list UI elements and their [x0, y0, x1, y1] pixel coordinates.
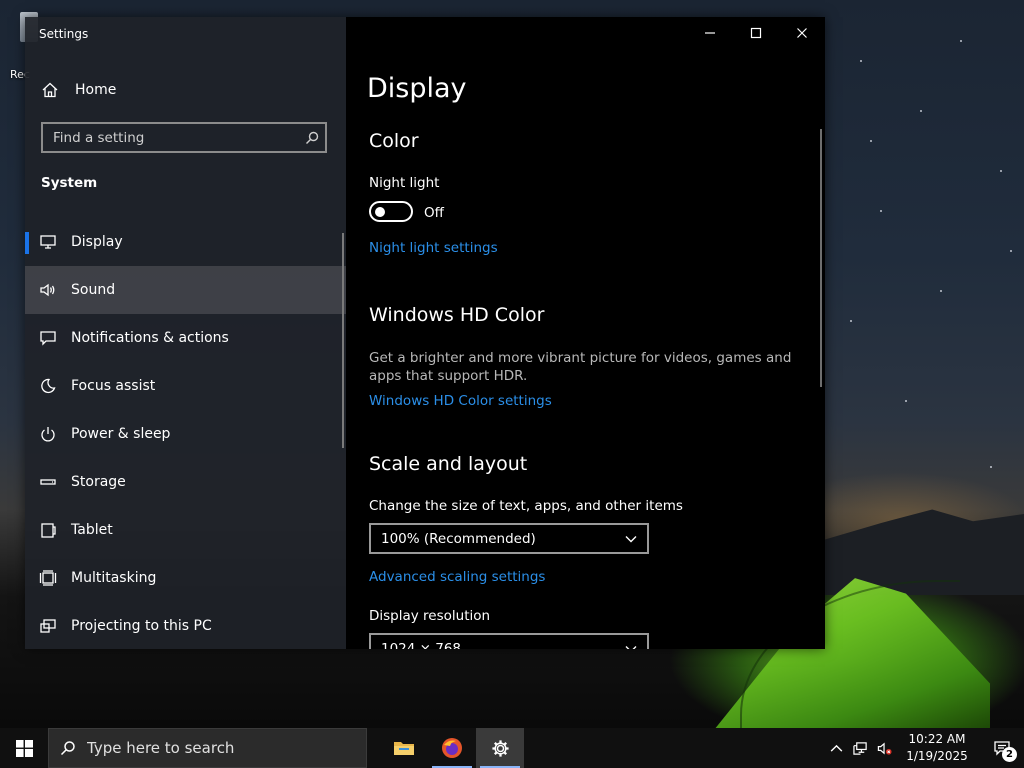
sidebar-item-label: Storage [71, 474, 126, 490]
search-icon [49, 740, 87, 756]
volume-muted-icon [877, 741, 892, 755]
gear-icon [491, 739, 509, 757]
chevron-up-icon [830, 744, 842, 752]
folder-icon [394, 742, 414, 755]
content-scrollbar[interactable] [820, 129, 822, 387]
clock-date: 1/19/2025 [906, 749, 968, 763]
sidebar-item-notifications[interactable]: Notifications & actions [25, 314, 346, 362]
sidebar-item-label: Notifications & actions [71, 330, 229, 346]
projecting-icon [25, 617, 71, 635]
find-setting-input[interactable] [43, 129, 299, 146]
night-light-label: Night light [369, 175, 440, 191]
size-label: Change the size of text, apps, and other… [369, 498, 683, 514]
sidebar-scrollbar[interactable] [342, 233, 344, 448]
resolution-label: Display resolution [369, 608, 491, 624]
recycle-bin-desktop-icon[interactable]: Rec [4, 8, 38, 81]
sidebar-item-label: Multitasking [71, 570, 157, 586]
settings-sidebar: Settings Home System Display [25, 17, 346, 649]
sidebar-nav-list: Display Sound Notifications & actions Fo… [25, 218, 346, 650]
start-button[interactable] [0, 728, 48, 768]
maximize-button[interactable] [733, 17, 779, 49]
sidebar-item-sound[interactable]: Sound [25, 266, 346, 314]
windows-logo-icon [15, 739, 33, 757]
page-title: Display [367, 73, 467, 104]
window-title: Settings [39, 27, 89, 41]
power-icon [25, 425, 71, 443]
sidebar-item-tablet[interactable]: Tablet [25, 506, 346, 554]
settings-window: Settings Home System Display [25, 17, 825, 649]
advanced-scaling-link[interactable]: Advanced scaling settings [369, 569, 545, 585]
chevron-down-icon [625, 535, 637, 542]
scale-layout-heading: Scale and layout [369, 453, 528, 475]
night-light-toggle[interactable] [369, 201, 413, 222]
toggle-knob [375, 207, 385, 217]
sidebar-item-multitasking[interactable]: Multitasking [25, 554, 346, 602]
storage-icon [25, 473, 71, 491]
sidebar-item-storage[interactable]: Storage [25, 458, 346, 506]
find-setting-search[interactable] [41, 122, 327, 153]
sidebar-item-label: Display [71, 234, 123, 250]
sidebar-item-focus-assist[interactable]: Focus assist [25, 362, 346, 410]
window-caption-buttons [687, 17, 825, 49]
taskbar-app-firefox[interactable] [428, 728, 476, 768]
chevron-down-icon [625, 645, 637, 649]
taskbar-clock[interactable]: 10:22 AM 1/19/2025 [902, 728, 972, 768]
hd-color-settings-link[interactable]: Windows HD Color settings [369, 393, 552, 409]
taskbar-app-file-explorer[interactable] [380, 728, 428, 768]
color-heading: Color [369, 130, 419, 152]
display-settings-content: Display Color Night light Off Night ligh… [346, 17, 825, 649]
search-icon[interactable] [299, 131, 325, 145]
minimize-button[interactable] [687, 17, 733, 49]
show-hidden-icons-button[interactable] [824, 728, 848, 768]
taskbar-app-settings[interactable] [476, 728, 524, 768]
taskbar-search-box[interactable] [48, 728, 367, 768]
multitasking-icon [25, 569, 71, 587]
action-center-button[interactable]: 2 [980, 728, 1024, 768]
sidebar-item-label: Focus assist [71, 378, 156, 394]
speaker-icon [25, 281, 71, 299]
night-light-settings-link[interactable]: Night light settings [369, 240, 498, 256]
network-tray-button[interactable] [848, 728, 872, 768]
sidebar-item-label: Projecting to this PC [71, 618, 212, 634]
volume-tray-button[interactable] [872, 728, 896, 768]
sidebar-item-display[interactable]: Display [25, 218, 346, 266]
taskbar-search-input[interactable] [87, 739, 347, 757]
scale-dropdown[interactable]: 100% (Recommended) [369, 523, 649, 554]
resolution-dropdown[interactable]: 1024 × 768 [369, 633, 649, 649]
close-icon [797, 28, 807, 38]
sidebar-home[interactable]: Home [25, 73, 346, 107]
night-light-state: Off [424, 205, 444, 221]
moon-icon [25, 377, 71, 395]
taskbar: 10:22 AM 1/19/2025 2 [0, 728, 1024, 768]
home-icon [25, 81, 75, 99]
section-label-system: System [41, 175, 98, 191]
sidebar-item-label: Power & sleep [71, 426, 171, 442]
sidebar-item-label: Sound [71, 282, 116, 298]
sidebar-home-label: Home [75, 82, 117, 98]
minimize-icon [705, 32, 715, 34]
hd-color-heading: Windows HD Color [369, 304, 545, 326]
notification-count-badge: 2 [1002, 747, 1017, 762]
message-icon [25, 329, 71, 347]
clock-time: 10:22 AM [908, 732, 966, 746]
system-tray: 10:22 AM 1/19/2025 2 [824, 728, 1024, 768]
close-button[interactable] [779, 17, 825, 49]
scale-dropdown-value: 100% (Recommended) [381, 530, 536, 547]
maximize-icon [750, 27, 762, 39]
resolution-dropdown-value: 1024 × 768 [381, 640, 462, 650]
sidebar-item-label: Tablet [71, 522, 113, 538]
firefox-icon [442, 738, 462, 758]
monitor-icon [25, 233, 71, 251]
sidebar-item-projecting[interactable]: Projecting to this PC [25, 602, 346, 650]
hd-color-description: Get a brighter and more vibrant picture … [369, 350, 792, 384]
tablet-icon [25, 521, 71, 539]
network-icon [852, 741, 867, 755]
sidebar-item-power-sleep[interactable]: Power & sleep [25, 410, 346, 458]
